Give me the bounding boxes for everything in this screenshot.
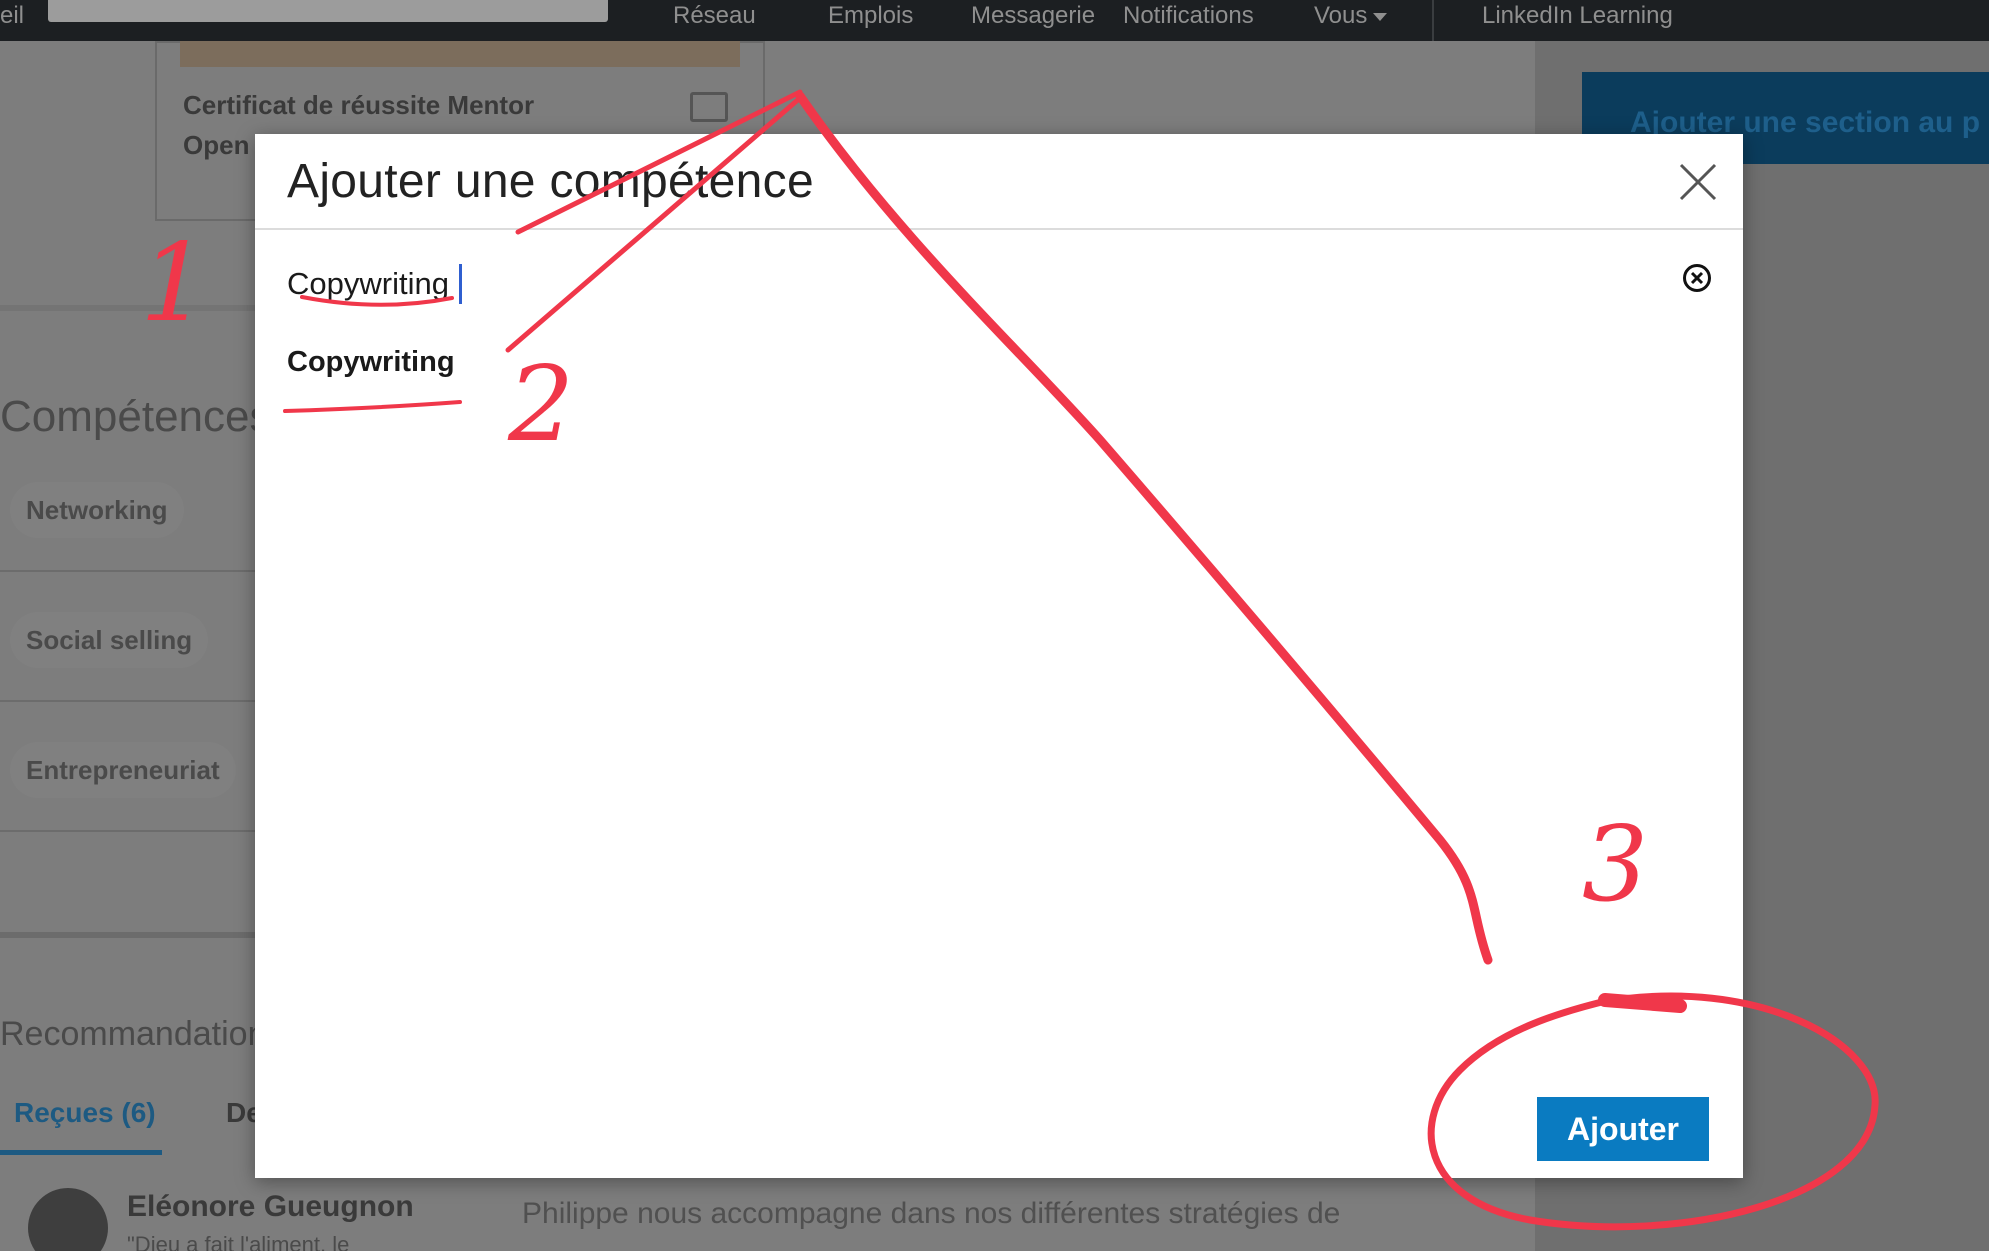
skill-pill[interactable]: Social selling (10, 612, 209, 668)
tab-active-indicator (0, 1150, 162, 1155)
certificate-title: Certificat de réussite Mentor (183, 90, 535, 120)
skill-divider (0, 570, 260, 572)
modal-title: Ajouter une compétence (287, 155, 814, 208)
recommendations-title: Recommandations (0, 1015, 284, 1053)
skill-input-wrapper (287, 254, 1677, 314)
certificate-link-icon[interactable] (690, 92, 728, 122)
skill-divider (0, 700, 260, 702)
modal-header: Ajouter une compétence (255, 134, 1743, 230)
skill-divider (0, 830, 260, 832)
clear-input-button[interactable] (1681, 262, 1713, 294)
tab-received[interactable]: Reçues (6) (14, 1097, 156, 1129)
nav-item-emplois[interactable]: Emplois (828, 2, 913, 30)
close-button[interactable] (1675, 159, 1721, 205)
skill-pill[interactable]: Entrepreneuriat (10, 742, 236, 798)
section-divider (0, 932, 260, 938)
nav-vous-label: Vous (1314, 2, 1368, 29)
close-icon (1679, 163, 1717, 201)
clear-circle-icon (1683, 264, 1711, 292)
nav-item-notifications[interactable]: Notifications (1123, 2, 1254, 30)
nav-search-bar[interactable] (48, 0, 608, 22)
certificate-image (180, 41, 740, 67)
certificate-subtitle: Open (183, 130, 250, 160)
recommender-name[interactable]: Eléonore Gueugnon (127, 1190, 414, 1224)
top-nav: eil Réseau Emplois Messagerie Notificati… (0, 0, 1989, 41)
section-divider (0, 305, 260, 311)
text-cursor (459, 264, 462, 304)
recommendation-text: Philippe nous accompagne dans nos différ… (522, 1197, 1341, 1230)
nav-item-messagerie[interactable]: Messagerie (971, 2, 1095, 30)
recommender-headline: "Dieu a fait l'aliment, le (127, 1232, 350, 1251)
skill-search-input[interactable] (287, 254, 1587, 314)
nav-home-fragment[interactable]: eil (0, 2, 24, 30)
add-skill-button[interactable]: Ajouter (1537, 1097, 1709, 1161)
nav-separator (1432, 0, 1434, 41)
nav-item-vous[interactable]: Vous (1314, 2, 1388, 30)
skill-suggestion-item[interactable]: Copywriting (287, 346, 455, 379)
skill-pill[interactable]: Networking (10, 482, 184, 538)
nav-item-reseau[interactable]: Réseau (673, 2, 756, 30)
caret-down-icon (1373, 12, 1388, 21)
nav-item-learning[interactable]: LinkedIn Learning (1482, 2, 1673, 30)
add-skill-modal: Ajouter une compétence Copywriting Ajout… (255, 134, 1743, 1178)
